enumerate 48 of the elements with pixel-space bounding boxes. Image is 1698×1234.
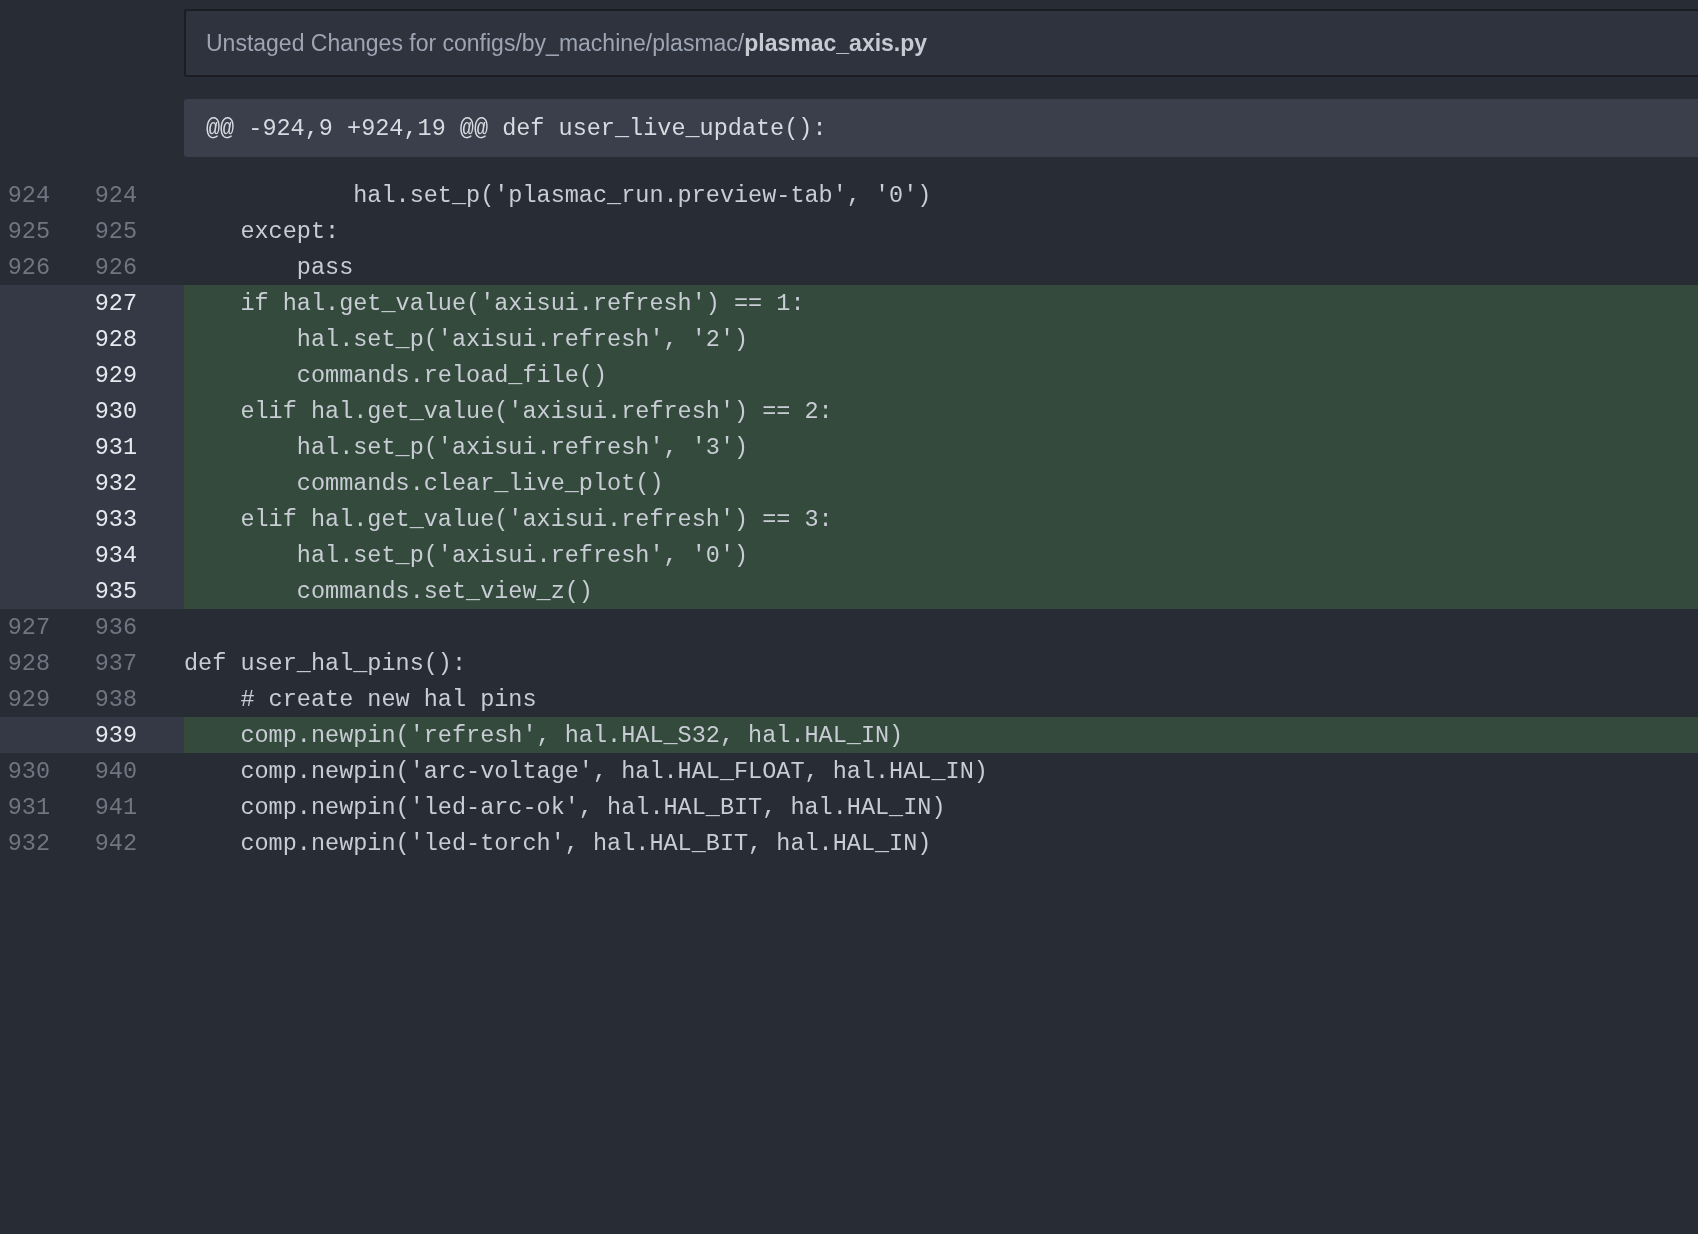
new-line-number: 927 <box>94 289 137 317</box>
code-line: pass <box>295 253 354 281</box>
code-line: if hal.get_value('axisui.refresh') == 1: <box>239 289 805 317</box>
new-line-number: 924 <box>94 181 137 209</box>
old-line-number: 931 <box>7 793 50 821</box>
code-line: commands.reload_file() <box>295 361 608 389</box>
code-line: elif hal.get_value('axisui.refresh') == 2: <box>239 397 833 425</box>
new-line-number: 934 <box>94 541 137 569</box>
code-line: hal.set_p('axisui.refresh', '3') <box>295 433 749 461</box>
new-line-number: 936 <box>94 613 137 641</box>
code-line: comp.newpin('led-torch', hal.HAL_BIT, hal.HAL_IN) <box>239 829 932 857</box>
diff-title-text: Unstaged Changes for configs/by_machine/plasmac/plasmac_axis.py <box>206 29 928 57</box>
code-line: hal.set_p('plasmac_run.preview-tab', '0') <box>352 181 932 209</box>
code-line: comp.newpin('led-arc-ok', hal.HAL_BIT, hal.HAL_IN) <box>239 793 946 821</box>
old-line-number: 930 <box>7 757 50 785</box>
new-line-number: 933 <box>94 505 137 533</box>
old-line-number: 929 <box>7 685 50 713</box>
new-line-number: 938 <box>94 685 137 713</box>
code-line: hal.set_p('axisui.refresh', '0') <box>295 541 749 569</box>
new-line-number: 925 <box>94 217 137 245</box>
old-line-number: 927 <box>7 613 50 641</box>
old-line-number: 925 <box>7 217 50 245</box>
old-line-number: 932 <box>7 829 50 857</box>
code-line: comp.newpin('arc-voltage', hal.HAL_FLOAT, hal.HAL_IN) <box>239 757 988 785</box>
new-line-number: 939 <box>94 721 137 749</box>
old-line-number: 928 <box>7 649 50 677</box>
new-line-number: 935 <box>94 577 137 605</box>
new-line-number: 926 <box>94 253 137 281</box>
code-line: def user_hal_pins(): <box>184 649 467 677</box>
new-line-number: 931 <box>94 433 137 461</box>
code-line: # create new hal pins <box>239 685 537 713</box>
new-line-number: 928 <box>94 325 137 353</box>
code-line: hal.set_p('axisui.refresh', '2') <box>295 325 749 353</box>
code-line: commands.set_view_z() <box>295 577 593 605</box>
new-line-number: 937 <box>94 649 137 677</box>
new-line-number: 942 <box>94 829 137 857</box>
new-line-number: 930 <box>94 397 137 425</box>
new-line-number: 940 <box>94 757 137 785</box>
new-line-number: 932 <box>94 469 137 497</box>
code-line: commands.clear_live_plot() <box>295 469 664 497</box>
old-line-number: 926 <box>7 253 50 281</box>
new-line-number: 929 <box>94 361 137 389</box>
code-line: elif hal.get_value('axisui.refresh') == 3: <box>239 505 833 533</box>
old-line-number: 924 <box>7 181 50 209</box>
code-line: comp.newpin('refresh', hal.HAL_S32, hal.HAL_IN) <box>239 721 904 749</box>
new-line-number: 941 <box>94 793 137 821</box>
hunk-header: @@ -924,9 +924,19 @@ def user_live_update(): <box>184 99 1698 157</box>
code-line: except: <box>239 217 340 245</box>
